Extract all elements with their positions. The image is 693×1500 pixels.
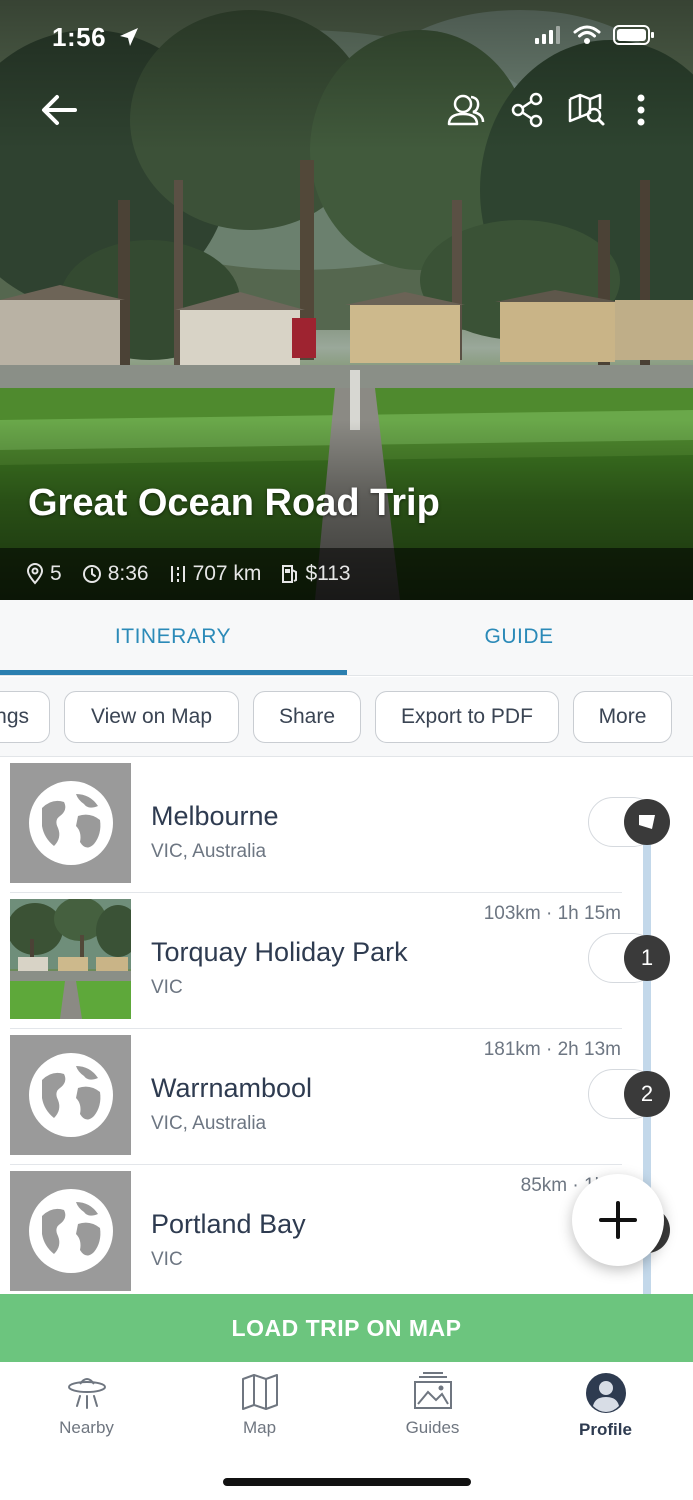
users-icon	[447, 94, 485, 126]
plus-icon	[599, 1201, 637, 1239]
nav-profile[interactable]: Profile	[519, 1372, 692, 1452]
share-button[interactable]	[502, 82, 552, 138]
clock-icon	[82, 565, 101, 583]
profile-icon	[585, 1373, 626, 1413]
trip-detail-screen: 1:56 Great Ocean Road Trip 5 8:36 707 km…	[0, 0, 693, 1500]
trip-title: Great Ocean Road Trip	[28, 482, 440, 524]
stop-thumbnail	[10, 763, 131, 883]
stat-duration: 8:36	[82, 562, 149, 586]
share-icon	[511, 92, 543, 128]
more-vertical-icon	[637, 94, 645, 126]
list-item[interactable]: Melbourne VIC, Australia	[0, 757, 693, 893]
holiday-park-thumbnail	[10, 899, 131, 1019]
list-item[interactable]: 181km · 2h 13m Warrnambool VIC, Australi…	[0, 1029, 693, 1165]
stop-name: Torquay Holiday Park	[151, 937, 408, 967]
stop-region: VIC, Australia	[151, 1113, 267, 1134]
road-icon	[170, 566, 185, 582]
leg-distance: 103km · 1h 15m	[483, 903, 621, 924]
guides-icon	[413, 1372, 452, 1409]
back-button[interactable]	[34, 82, 84, 138]
leg-distance: 181km · 2h 13m	[483, 1039, 621, 1060]
stat-stops: 5	[26, 562, 62, 586]
trip-stats-bar: 5 8:36 707 km $113	[0, 548, 693, 600]
cellular-signal-icon	[535, 26, 560, 44]
stop-number-marker: 1	[624, 935, 670, 981]
battery-icon	[613, 25, 654, 45]
map-pin-icon	[26, 563, 44, 585]
nav-map[interactable]: Map	[173, 1372, 346, 1452]
wifi-icon	[573, 25, 601, 44]
status-time: 1:56	[52, 22, 140, 53]
fuel-pump-icon	[282, 565, 298, 583]
nav-guides[interactable]: Guides	[346, 1372, 519, 1452]
collaborators-button[interactable]	[440, 82, 490, 138]
home-indicator	[223, 1478, 471, 1486]
stop-name: Portland Bay	[151, 1209, 306, 1239]
trip-actions-row: ngs View on Map Share Export to PDF More	[0, 677, 693, 757]
flag-icon	[639, 815, 655, 829]
stop-region: VIC	[151, 1249, 183, 1270]
location-arrow-icon	[119, 28, 138, 46]
trip-tabs: ITINERARY GUIDE	[0, 600, 693, 676]
list-item[interactable]: 103km · 1h 15m Torquay Holiday Park VIC …	[0, 893, 693, 1029]
map-icon	[241, 1374, 278, 1410]
stop-thumbnail	[10, 899, 131, 1019]
globe-icon	[28, 1189, 113, 1273]
stop-number-marker: 2	[624, 1071, 670, 1117]
trip-hero-image: 1:56 Great Ocean Road Trip 5 8:36 707 km…	[0, 0, 693, 600]
view-on-map-button[interactable]: View on Map	[64, 691, 239, 743]
stop-region: VIC	[151, 977, 183, 998]
status-bar: 1:56	[0, 0, 693, 76]
stop-thumbnail	[10, 1035, 131, 1155]
stat-cost: $113	[281, 562, 351, 586]
active-tab-indicator	[0, 670, 347, 675]
more-options-button[interactable]	[616, 82, 666, 138]
globe-icon	[28, 1053, 113, 1137]
add-stop-button[interactable]	[572, 1174, 664, 1266]
stop-region: VIC, Australia	[151, 841, 267, 862]
stop-name: Warrnambool	[151, 1073, 313, 1103]
more-button[interactable]: More	[573, 691, 672, 743]
hero-toolbar	[0, 82, 693, 138]
tab-itinerary[interactable]: ITINERARY	[0, 600, 346, 674]
tab-guide[interactable]: GUIDE	[346, 600, 692, 674]
export-pdf-button[interactable]: Export to PDF	[375, 691, 559, 743]
settings-chip[interactable]: ngs	[0, 691, 50, 743]
stop-name: Melbourne	[151, 801, 279, 831]
globe-icon	[28, 781, 113, 865]
stat-distance: 707 km	[169, 562, 261, 586]
start-marker	[624, 799, 670, 845]
stop-thumbnail	[10, 1171, 131, 1291]
share-chip-button[interactable]: Share	[253, 691, 361, 743]
ufo-icon	[67, 1378, 106, 1409]
map-search-button[interactable]	[562, 82, 612, 138]
load-trip-on-map-button[interactable]: LOAD TRIP ON MAP	[0, 1294, 693, 1362]
arrow-left-icon	[42, 95, 77, 125]
map-search-icon	[568, 93, 605, 126]
nav-nearby[interactable]: Nearby	[0, 1372, 173, 1452]
